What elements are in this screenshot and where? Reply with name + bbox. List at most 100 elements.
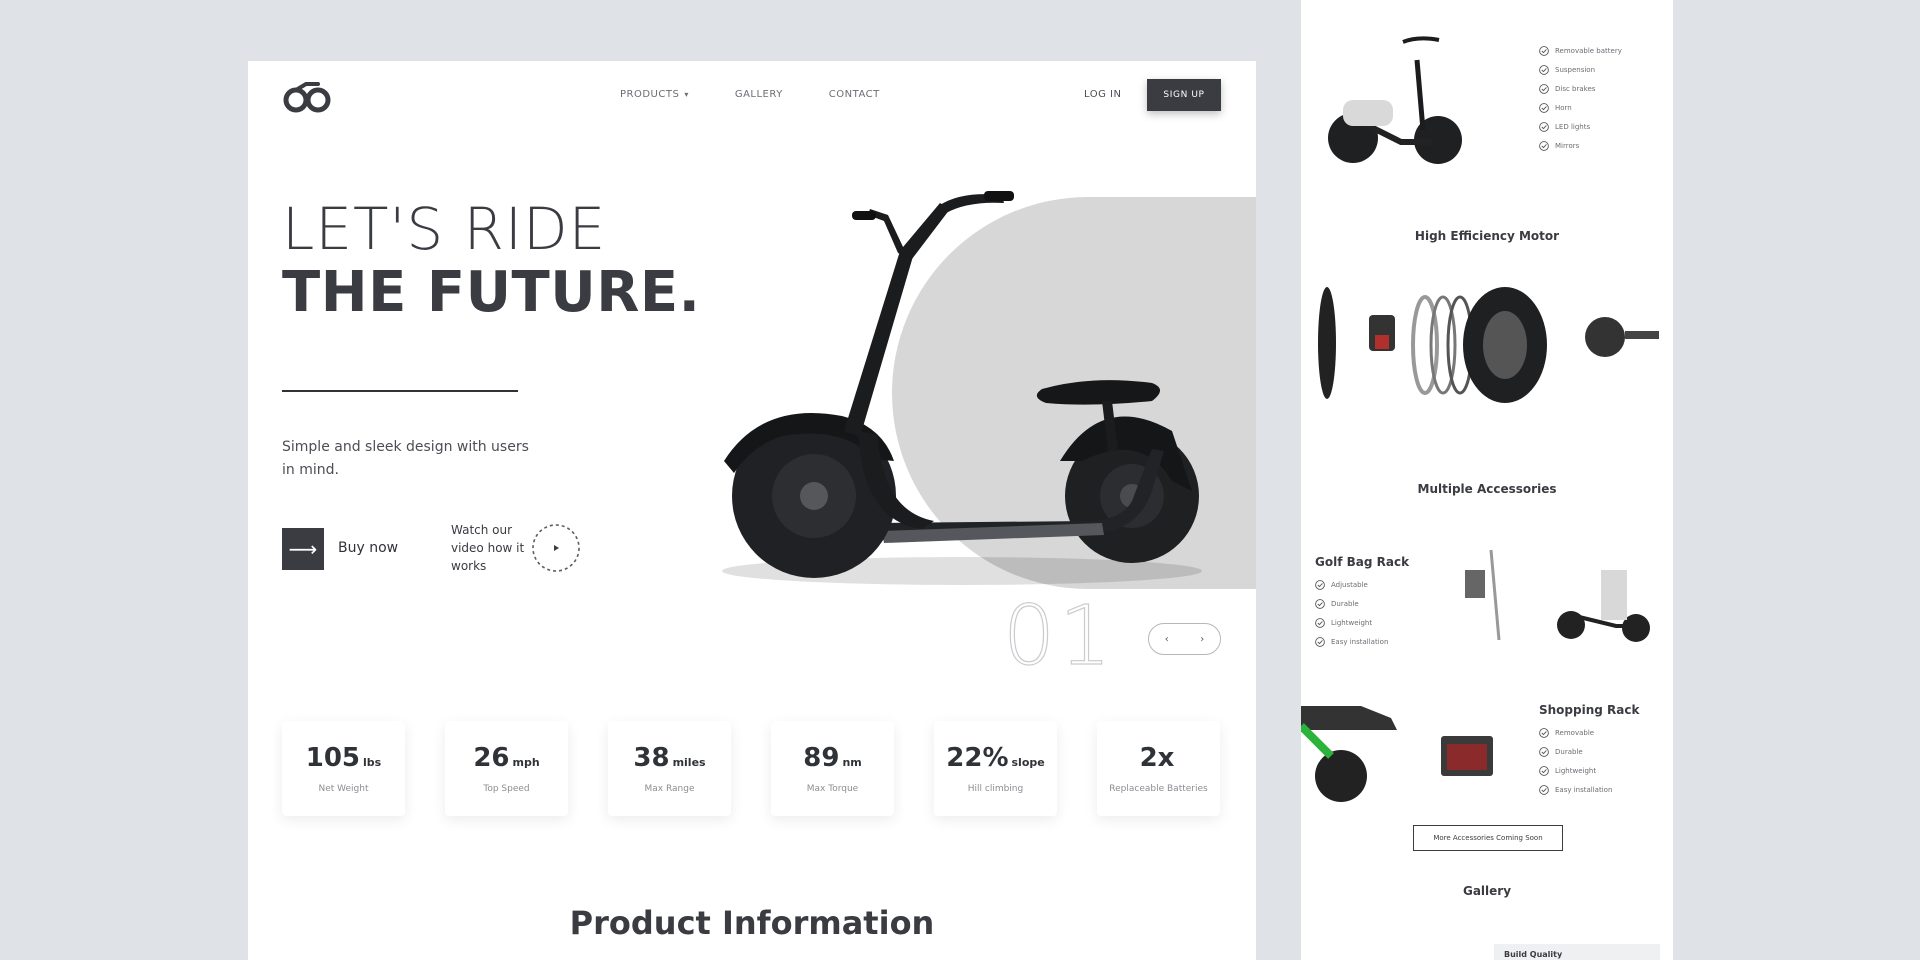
feature-item: Removable battery	[1539, 46, 1622, 56]
feature-label: Easy installation	[1555, 786, 1613, 794]
checkmark-icon	[1539, 65, 1549, 75]
golf-feature-list: Adjustable Durable Lightweight Easy inst…	[1315, 580, 1388, 647]
shopping-rack-image	[1301, 706, 1493, 802]
nav-contact[interactable]: CONTACT	[829, 89, 880, 100]
buy-now-button[interactable]: ⟶	[282, 528, 324, 570]
gallery-title: Gallery	[1462, 884, 1512, 898]
slider-prev-icon[interactable]: ‹	[1165, 634, 1169, 645]
stat-value: 26	[473, 743, 510, 773]
feature-item: LED lights	[1539, 122, 1622, 132]
feature-item: Mirrors	[1539, 141, 1622, 151]
feature-label: Removable	[1555, 729, 1595, 737]
feature-label: Suspension	[1555, 66, 1596, 74]
stat-value: 38	[633, 743, 670, 773]
more-accessories-button[interactable]: More Accessories Coming Soon	[1413, 825, 1563, 851]
golf-rack-image	[1465, 549, 1650, 642]
stat-card: 38 miles Max Range	[608, 721, 731, 816]
feature-label: Durable	[1555, 748, 1583, 756]
feature-label: Lightweight	[1331, 619, 1373, 627]
checkmark-icon	[1315, 599, 1325, 609]
checkmark-icon	[1539, 785, 1549, 795]
feature-item: Easy installation	[1315, 637, 1388, 647]
login-link[interactable]: LOG IN	[1084, 89, 1121, 100]
page-preview: Removable battery Suspension Disc brakes…	[1301, 0, 1673, 960]
chevron-down-icon: ▾	[684, 90, 689, 99]
checkmark-icon	[1539, 766, 1549, 776]
signup-button[interactable]: SIGN UP	[1147, 79, 1221, 111]
stat-label: Max Range	[644, 784, 695, 794]
golf-rack-title: Golf Bag Rack	[1315, 555, 1410, 569]
motor-title: High Efficiency Motor	[1414, 229, 1560, 243]
stat-card: 105 lbs Net Weight	[282, 721, 405, 816]
logo-icon[interactable]	[282, 79, 334, 115]
accessories-title: Multiple Accessories	[1417, 482, 1557, 496]
checkmark-icon	[1539, 728, 1549, 738]
feature-item: Removable	[1539, 728, 1612, 738]
arrow-right-icon: ⟶	[288, 537, 318, 561]
nav-gallery-label: GALLERY	[734, 89, 783, 100]
feature-item: Lightweight	[1539, 766, 1612, 776]
feature-label: Easy installation	[1331, 638, 1389, 646]
stat-unit: lbs	[363, 756, 382, 769]
slider-controls: ‹ ›	[1148, 623, 1221, 655]
checkmark-icon	[1539, 141, 1549, 151]
stat-value-row: 26 mph	[473, 743, 539, 773]
stat-label: Net Weight	[318, 784, 369, 794]
build-quality-label: Build Quality	[1494, 944, 1660, 960]
nav-contact-label: CONTACT	[828, 89, 880, 100]
stat-unit: miles	[672, 756, 706, 769]
stat-value-row: 2x	[1140, 743, 1178, 773]
feature-label: Removable battery	[1555, 47, 1622, 55]
motor-exploded-image	[1318, 287, 1659, 403]
nav-gallery[interactable]: GALLERY	[735, 89, 783, 100]
stat-value: 89	[803, 743, 840, 773]
feature-label: Adjustable	[1331, 581, 1368, 589]
stat-card: 89 nm Max Torque	[771, 721, 894, 816]
checkmark-icon	[1539, 747, 1549, 757]
feature-label: Lightweight	[1555, 767, 1597, 775]
stat-label: Hill climbing	[967, 784, 1024, 794]
feature-item: Adjustable	[1315, 580, 1388, 590]
stat-unit: nm	[842, 756, 862, 769]
shopping-rack-title: Shopping Rack	[1539, 703, 1640, 717]
checkmark-icon	[1539, 103, 1549, 113]
stat-unit: slope	[1011, 756, 1045, 769]
checkmark-icon	[1539, 84, 1549, 94]
feature-label: Mirrors	[1555, 142, 1580, 150]
stat-label: Replaceable Batteries	[1109, 784, 1208, 794]
checkmark-icon	[1539, 122, 1549, 132]
hero-heading-line1: LET'S RIDE	[282, 195, 607, 263]
feature-item: Lightweight	[1315, 618, 1388, 628]
slide-number: 01	[1002, 588, 1116, 684]
feature-label: Disc brakes	[1555, 85, 1596, 93]
stat-value: 2x	[1139, 743, 1175, 773]
checkmark-icon	[1315, 637, 1325, 647]
feature-label: Durable	[1331, 600, 1359, 608]
hero-divider	[282, 390, 518, 392]
stat-value-row: 22% slope	[946, 743, 1044, 773]
slider-next-icon[interactable]: ›	[1200, 634, 1204, 645]
landing-page: PRODUCTS ▾ GALLERY CONTACT LOG IN SIGN U…	[248, 61, 1256, 960]
stat-value-row: 89 nm	[803, 743, 861, 773]
stats-row: 105 lbs Net Weight 26 mph Top Speed 38 mile…	[282, 721, 1220, 816]
hero-subtitle: Simple and sleek design with users in mi…	[282, 439, 529, 478]
feature-item: Disc brakes	[1539, 84, 1622, 94]
shopping-feature-list: Removable Durable Lightweight Easy insta…	[1539, 728, 1612, 795]
feature-item: Easy installation	[1539, 785, 1612, 795]
stat-label: Max Torque	[806, 784, 859, 794]
nav-products[interactable]: PRODUCTS ▾	[620, 89, 689, 100]
scooter-thumbnail	[1328, 36, 1462, 164]
feature-label: LED lights	[1555, 123, 1591, 131]
top-nav: PRODUCTS ▾ GALLERY CONTACT	[620, 89, 880, 100]
watch-video-text[interactable]: Watch our video how it works	[451, 521, 531, 575]
feature-item: Durable	[1315, 599, 1388, 609]
feature-item: Horn	[1539, 103, 1622, 113]
buy-now-label[interactable]: Buy now	[338, 540, 398, 556]
checkmark-icon	[1315, 580, 1325, 590]
stat-value: 22%	[946, 743, 1009, 773]
stat-value-row: 38 miles	[633, 743, 705, 773]
play-video-icon[interactable]	[529, 521, 583, 575]
stat-card: 22% slope Hill climbing	[934, 721, 1057, 816]
nav-products-label: PRODUCTS	[620, 89, 680, 100]
stat-label: Top Speed	[483, 784, 530, 794]
